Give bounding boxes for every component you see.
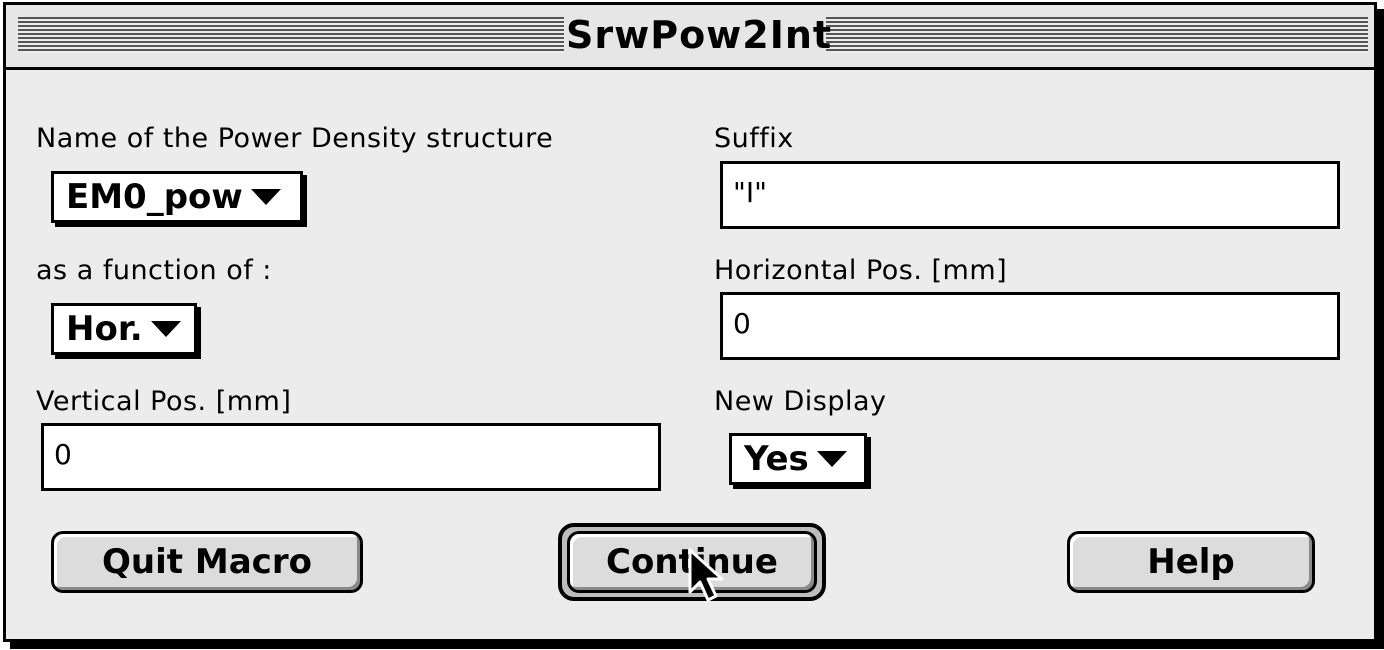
new-display-label: New Display <box>714 386 887 417</box>
vertical-pos-input[interactable]: 0 <box>41 423 661 491</box>
suffix-input[interactable]: "I" <box>720 161 1340 229</box>
window-title: SrwPow2Int <box>566 9 831 61</box>
triangle-down-icon <box>150 321 181 337</box>
title-bar[interactable]: SrwPow2Int <box>6 5 1374 70</box>
help-button[interactable]: Help <box>1067 531 1315 593</box>
horizontal-pos-label: Horizontal Pos. [mm] <box>714 255 1008 286</box>
function-of-value: Hor. <box>66 309 143 349</box>
vertical-pos-label: Vertical Pos. [mm] <box>36 386 292 417</box>
suffix-label: Suffix <box>714 123 794 154</box>
new-display-value: Yes <box>744 439 809 479</box>
title-bar-stripes-right <box>824 17 1368 53</box>
power-density-popup[interactable]: EM0_pow <box>51 171 303 223</box>
triangle-down-icon <box>250 189 281 205</box>
power-density-label: Name of the Power Density structure <box>36 123 554 154</box>
dialog-window: SrwPow2Int Name of the Power Density str… <box>3 2 1377 642</box>
new-display-popup[interactable]: Yes <box>729 433 867 485</box>
function-of-label: as a function of : <box>36 255 272 286</box>
function-of-popup[interactable]: Hor. <box>51 303 197 355</box>
quit-macro-button[interactable]: Quit Macro <box>51 531 363 593</box>
title-bar-stripes-left <box>18 17 564 53</box>
arrow-cursor-icon <box>688 548 724 602</box>
triangle-down-icon <box>816 451 847 467</box>
horizontal-pos-input[interactable]: 0 <box>720 292 1340 360</box>
power-density-value: EM0_pow <box>66 177 243 217</box>
